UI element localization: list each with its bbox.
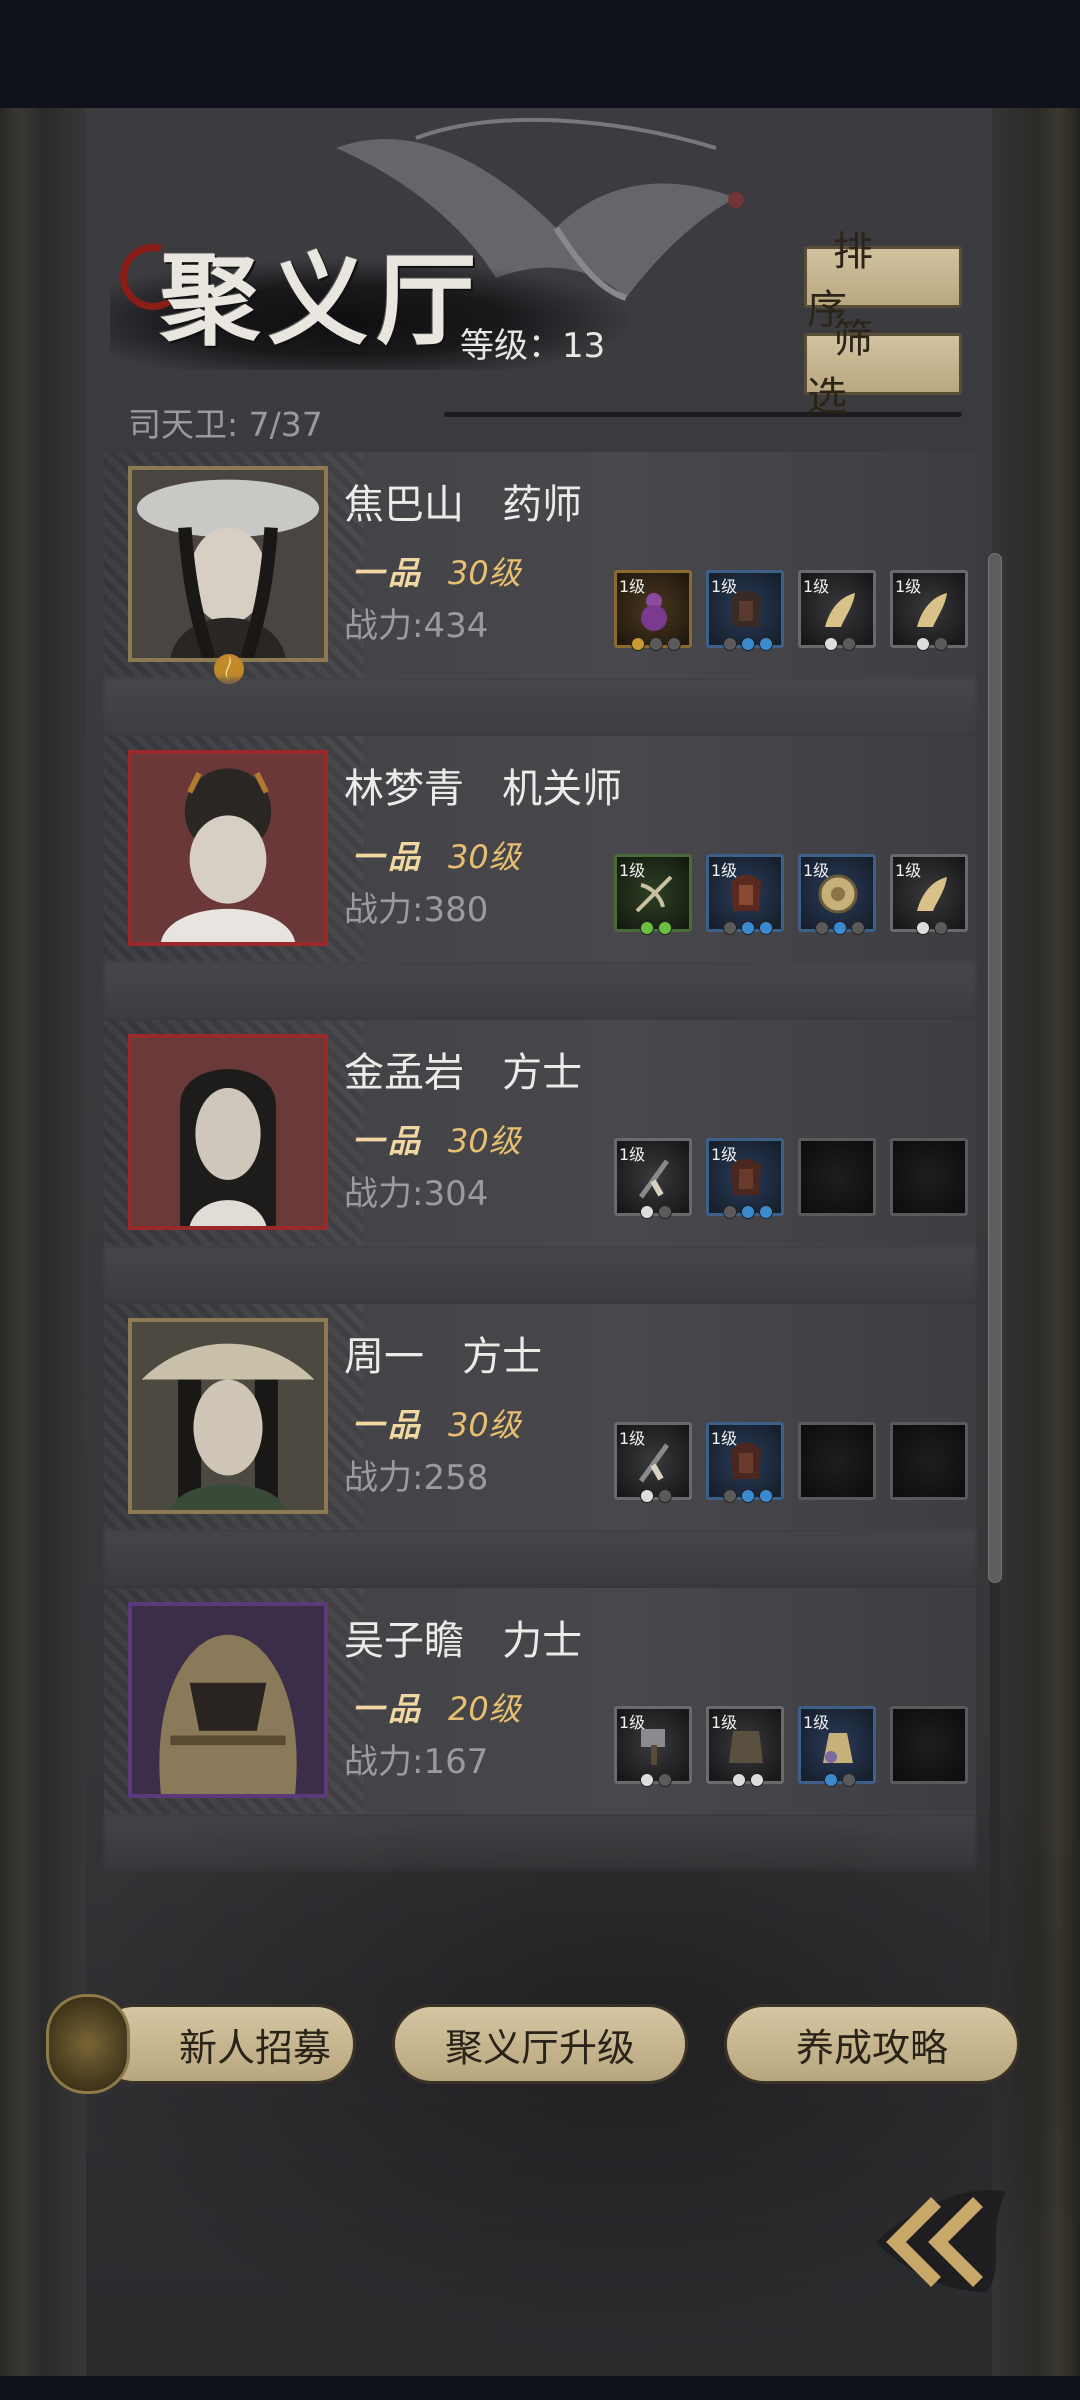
hero-name: 金孟岩 方士 (344, 1050, 583, 1096)
hero-level: 30级 (448, 554, 521, 592)
hero-power: 战力:304 (344, 1174, 489, 1214)
navigation-bar (0, 2376, 1080, 2400)
armor-icon (731, 1159, 761, 1195)
equip-slot[interactable]: 1级 (706, 1706, 784, 1787)
boot-icon (917, 877, 947, 911)
disc-icon (818, 874, 858, 914)
robe-icon (729, 1731, 763, 1763)
equip-slot[interactable]: 1级 (614, 1138, 692, 1219)
card-separator (104, 1814, 976, 1870)
equip-slot[interactable]: 1级 (890, 854, 968, 935)
staff-icon (638, 1443, 670, 1483)
hero-portrait (128, 750, 328, 946)
equip-slot[interactable]: 1级 (706, 1138, 784, 1219)
page-title: 聚义厅 (160, 241, 484, 359)
hero-rank: 一品 (352, 1122, 425, 1160)
pouch-icon (823, 1733, 853, 1763)
boot-icon (917, 593, 947, 627)
filter-button[interactable]: 筛选 (804, 316, 962, 420)
hero-card[interactable]: 金孟岩 方士 一品 30级 战力:304 1级 1级 (104, 1020, 976, 1246)
equip-slot[interactable]: 1级 (614, 854, 692, 935)
hero-name: 周一 方士 (344, 1334, 543, 1380)
hero-power: 战力:434 (344, 606, 489, 646)
staff-icon (638, 1159, 670, 1199)
equip-slot[interactable]: 1级 (614, 1706, 692, 1787)
card-separator (104, 962, 976, 1018)
equip-slot[interactable]: 1级 (706, 854, 784, 935)
hero-power: 战力:258 (344, 1458, 489, 1498)
hero-name: 吴子瞻 力士 (344, 1618, 583, 1664)
card-separator (104, 678, 976, 734)
card-separator (104, 1246, 976, 1302)
empty-equip-slot[interactable] (890, 1422, 968, 1500)
hall-upgrade-button[interactable]: 聚义厅升级 (392, 2004, 688, 2084)
hero-card[interactable]: 林梦青 机关师 一品 30级 战力:380 1级 1级 1级 1级 (104, 736, 976, 962)
hall-level: 等级：13 (460, 326, 606, 366)
equip-slot[interactable]: 1级 (706, 1422, 784, 1503)
card-separator (104, 1530, 976, 1586)
hero-power: 战力:380 (344, 890, 489, 930)
sort-button[interactable]: 排序 (804, 229, 962, 333)
empty-equip-slot[interactable] (798, 1422, 876, 1500)
hero-name: 焦巴山 药师 (344, 482, 583, 528)
hammer-icon (641, 1729, 665, 1765)
crossbow-icon (635, 875, 673, 913)
hero-rank: 一品 (352, 554, 425, 592)
armor-icon (731, 1443, 761, 1479)
empty-equip-slot[interactable] (798, 1138, 876, 1216)
equip-slot[interactable]: 1级 (890, 570, 968, 651)
gourd-icon (641, 593, 667, 631)
hero-portrait (128, 1318, 328, 1514)
hero-level: 30级 (448, 838, 521, 876)
hero-card[interactable]: 焦巴山 药师 一品 30级 战力:434 1级 1级 1级 1级 (104, 452, 976, 684)
recruit-button[interactable]: 新人招募 (94, 2004, 356, 2084)
list-scrollbar-thumb[interactable] (988, 553, 1002, 1583)
empty-equip-slot[interactable] (890, 1706, 968, 1784)
armor-icon (731, 875, 761, 911)
empty-equip-slot[interactable] (890, 1138, 968, 1216)
equip-slot[interactable]: 1级 (614, 1422, 692, 1503)
equip-slot[interactable]: 1级 (614, 570, 692, 651)
double-chevron-left-icon[interactable] (866, 2172, 1016, 2302)
boot-icon (825, 593, 855, 627)
status-bar (0, 0, 1080, 108)
hero-rank: 一品 (352, 1690, 425, 1728)
hero-power: 战力:167 (344, 1742, 489, 1782)
hero-rank: 一品 (352, 1406, 425, 1444)
armor-icon (731, 591, 761, 627)
seal-token-icon[interactable] (46, 1994, 130, 2094)
hero-level: 30级 (448, 1122, 521, 1160)
hero-portrait (128, 1034, 328, 1230)
hero-card[interactable]: 吴子瞻 力士 一品 20级 战力:167 1级 1级 1级 (104, 1588, 976, 1814)
training-guide-button[interactable]: 养成攻略 (724, 2004, 1020, 2084)
equip-slot[interactable]: 1级 (798, 570, 876, 651)
hero-card[interactable]: 周一 方士 一品 30级 战力:258 1级 1级 (104, 1304, 976, 1530)
hero-portrait (128, 1602, 328, 1798)
hero-rank: 一品 (352, 838, 425, 876)
equip-slot[interactable]: 1级 (798, 854, 876, 935)
hero-level: 30级 (448, 1406, 521, 1444)
equip-slot[interactable]: 1级 (798, 1706, 876, 1787)
equip-slot[interactable]: 1级 (706, 570, 784, 651)
hero-portrait (128, 466, 328, 662)
hero-level: 20级 (448, 1690, 521, 1728)
hero-name: 林梦青 机关师 (344, 766, 623, 812)
guard-count: 司天卫: 7/37 (128, 405, 323, 444)
